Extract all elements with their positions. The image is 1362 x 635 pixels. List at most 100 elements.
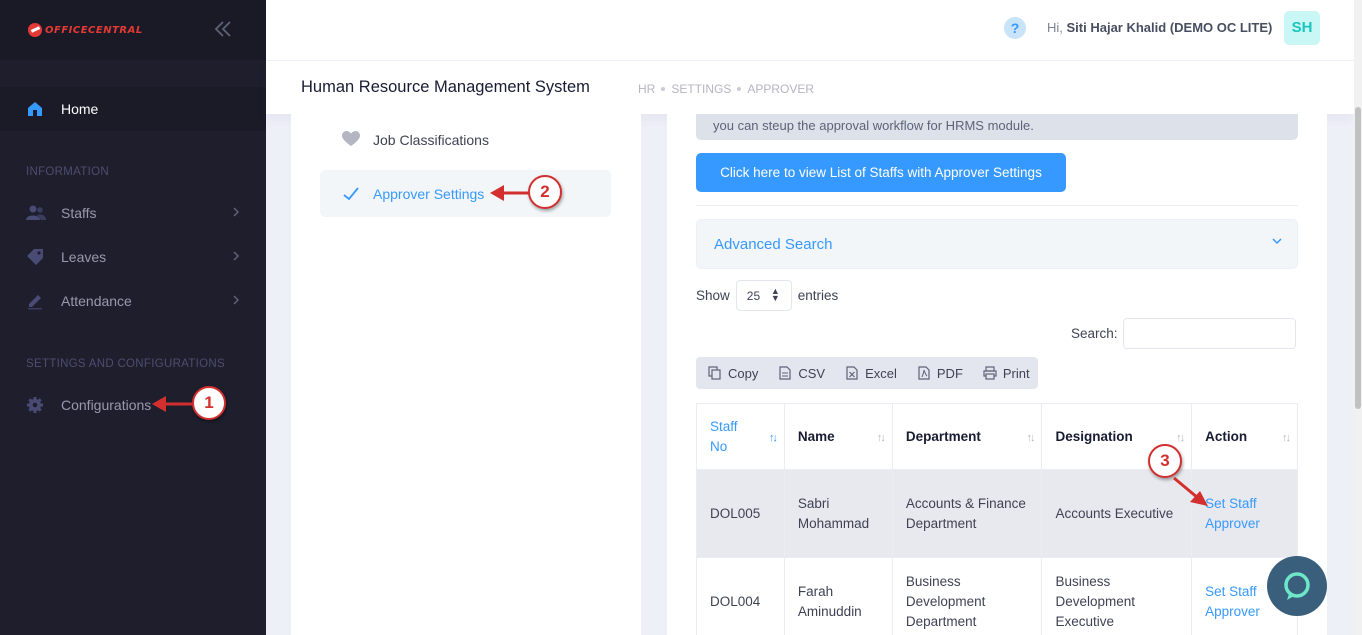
search-input[interactable]: [1122, 318, 1296, 349]
app-logo[interactable]: OfficeCentral: [28, 23, 143, 37]
approver-settings-card: you can steup the approval workflow for …: [667, 114, 1327, 635]
user-name: Siti Hajar Khalid (DEMO OC LITE): [1066, 20, 1273, 35]
table-row: DOL004 Farah Aminuddin Business Developm…: [696, 557, 1298, 635]
staff-approver-table: Staff No ↑↓ Name ↑↓ Department ↑↓ Designati…: [696, 403, 1298, 635]
sidebar-item-label: Attendance: [61, 293, 132, 309]
menu-item-job-classifications[interactable]: Job Classifications: [320, 116, 611, 163]
cell-name: Sabri Mohammad: [783, 469, 893, 558]
sidebar-item-home[interactable]: Home: [0, 87, 266, 131]
column-label: Staff No: [710, 418, 738, 454]
help-icon[interactable]: ?: [1004, 17, 1026, 39]
check-icon: [342, 185, 360, 203]
annotation-step-1: 1: [192, 386, 226, 420]
copy-label: Copy: [728, 365, 759, 381]
copy-icon: [708, 366, 721, 380]
pdf-button[interactable]: PDF: [917, 366, 963, 381]
scrollbar-thumb[interactable]: [1355, 107, 1361, 409]
sidebar-item-attendance[interactable]: Attendance: [0, 281, 266, 321]
annotation-step-3: 3: [1148, 444, 1182, 478]
chevron-right-icon: [232, 250, 240, 264]
sidebar-item-label: Home: [61, 101, 99, 117]
top-header: ? Hi, Siti Hajar Khalid (DEMO OC LITE) S…: [266, 0, 1354, 60]
chevron-right-icon: [232, 206, 240, 220]
pdf-label: PDF: [936, 365, 963, 381]
cell-designation: Business Development Executive: [1041, 557, 1193, 635]
breadcrumb-separator: [737, 87, 742, 91]
cell-staff-no: DOL004: [696, 557, 785, 635]
annotation-arrow-2: [490, 185, 530, 201]
chevron-down-icon: [1271, 235, 1283, 249]
sort-icon: ↑↓: [1176, 432, 1185, 444]
entries-select[interactable]: 25 ▲ ▼: [735, 280, 792, 311]
page-scrollbar[interactable]: [1354, 0, 1362, 635]
sidebar: OfficeCentral Home INFORMATION Staffs Le…: [0, 0, 266, 635]
cell-department: Business Development Department: [891, 557, 1043, 635]
advanced-search-toggle[interactable]: Advanced Search: [696, 219, 1298, 269]
column-header-name[interactable]: Name ↑↓: [783, 403, 893, 470]
annotation-arrow-1: [152, 396, 192, 412]
file-excel-icon: [846, 366, 858, 380]
logo-text: OfficeCentral: [45, 24, 143, 36]
set-staff-approver-link[interactable]: Set Staff Approver: [1205, 584, 1260, 619]
settings-menu-card: Job Classifications Approver Settings: [291, 114, 641, 635]
divider: [696, 205, 1298, 206]
menu-item-label: Job Classifications: [373, 131, 489, 148]
sidebar-item-leaves[interactable]: Leaves: [0, 237, 266, 277]
advanced-search-label: Advanced Search: [714, 236, 833, 253]
sidebar-section-settings: SETTINGS AND CONFIGURATIONS: [26, 358, 225, 370]
breadcrumb-separator: [661, 87, 666, 91]
file-pdf-icon: [918, 366, 930, 380]
home-icon: [26, 100, 44, 118]
collapse-sidebar-icon[interactable]: [212, 18, 234, 40]
subheader: Human Resource Management System HR SETT…: [266, 60, 1354, 114]
column-header-action[interactable]: Action ↑↓: [1191, 403, 1298, 470]
pencil-icon: [26, 292, 44, 310]
breadcrumb-hr[interactable]: HR: [638, 82, 655, 96]
brand-bar: OfficeCentral: [0, 0, 266, 60]
set-staff-approver-link[interactable]: Set Staff Approver: [1205, 496, 1260, 531]
sidebar-item-label: Leaves: [61, 249, 107, 265]
heart-icon: [342, 130, 360, 149]
copy-button[interactable]: Copy: [708, 366, 758, 381]
chat-icon: [1284, 572, 1310, 600]
sort-icon: ↑↓: [1026, 432, 1035, 444]
column-header-department[interactable]: Department ↑↓: [891, 403, 1043, 470]
view-staff-list-button[interactable]: Click here to view List of Staffs with A…: [696, 153, 1066, 192]
entries-label: entries: [797, 288, 839, 303]
search-label: Search:: [1071, 326, 1118, 341]
greeting-prefix: Hi,: [1047, 20, 1063, 35]
gear-icon: [26, 396, 44, 414]
sidebar-item-configurations[interactable]: Configurations: [0, 385, 266, 425]
tag-icon: [26, 248, 44, 266]
menu-item-approver-settings[interactable]: Approver Settings: [320, 170, 611, 217]
chat-widget-button[interactable]: [1267, 556, 1327, 616]
cell-staff-no: DOL005: [696, 469, 785, 558]
show-label: Show: [696, 288, 730, 303]
csv-button[interactable]: CSV: [778, 366, 825, 381]
staff-table-wrapper: Staff No ↑↓ Name ↑↓ Department ↑↓ Designati…: [696, 403, 1298, 635]
breadcrumb-settings[interactable]: SETTINGS: [671, 82, 731, 96]
sidebar-section-information: INFORMATION: [26, 166, 109, 178]
excel-button[interactable]: Excel: [845, 366, 897, 381]
column-label: Name: [797, 428, 835, 444]
table-search: Search:: [1071, 318, 1296, 349]
excel-label: Excel: [865, 365, 897, 381]
print-button[interactable]: Print: [983, 366, 1030, 381]
select-caret-icon: ▲ ▼: [770, 286, 780, 303]
table-header-row: Staff No ↑↓ Name ↑↓ Department ↑↓ Designati…: [696, 403, 1298, 470]
chevron-right-icon: [232, 294, 240, 308]
breadcrumb-approver[interactable]: APPROVER: [747, 82, 814, 96]
sidebar-item-label: Configurations: [61, 397, 152, 413]
annotation-step-2: 2: [528, 175, 562, 209]
column-header-staff-no[interactable]: Staff No ↑↓: [696, 403, 785, 470]
annotation-arrow-3: [1173, 476, 1208, 506]
print-label: Print: [1002, 365, 1030, 381]
column-label: Designation: [1055, 428, 1133, 444]
avatar[interactable]: SH: [1284, 11, 1320, 45]
sidebar-item-staffs[interactable]: Staffs: [0, 193, 266, 233]
sort-icon: ↑↓: [1282, 432, 1291, 444]
breadcrumb: HR SETTINGS APPROVER: [638, 82, 814, 96]
user-greeting[interactable]: Hi, Siti Hajar Khalid (DEMO OC LITE): [1047, 20, 1272, 35]
sort-icon: ↑↓: [768, 432, 778, 444]
sort-icon: ↑↓: [876, 432, 886, 444]
